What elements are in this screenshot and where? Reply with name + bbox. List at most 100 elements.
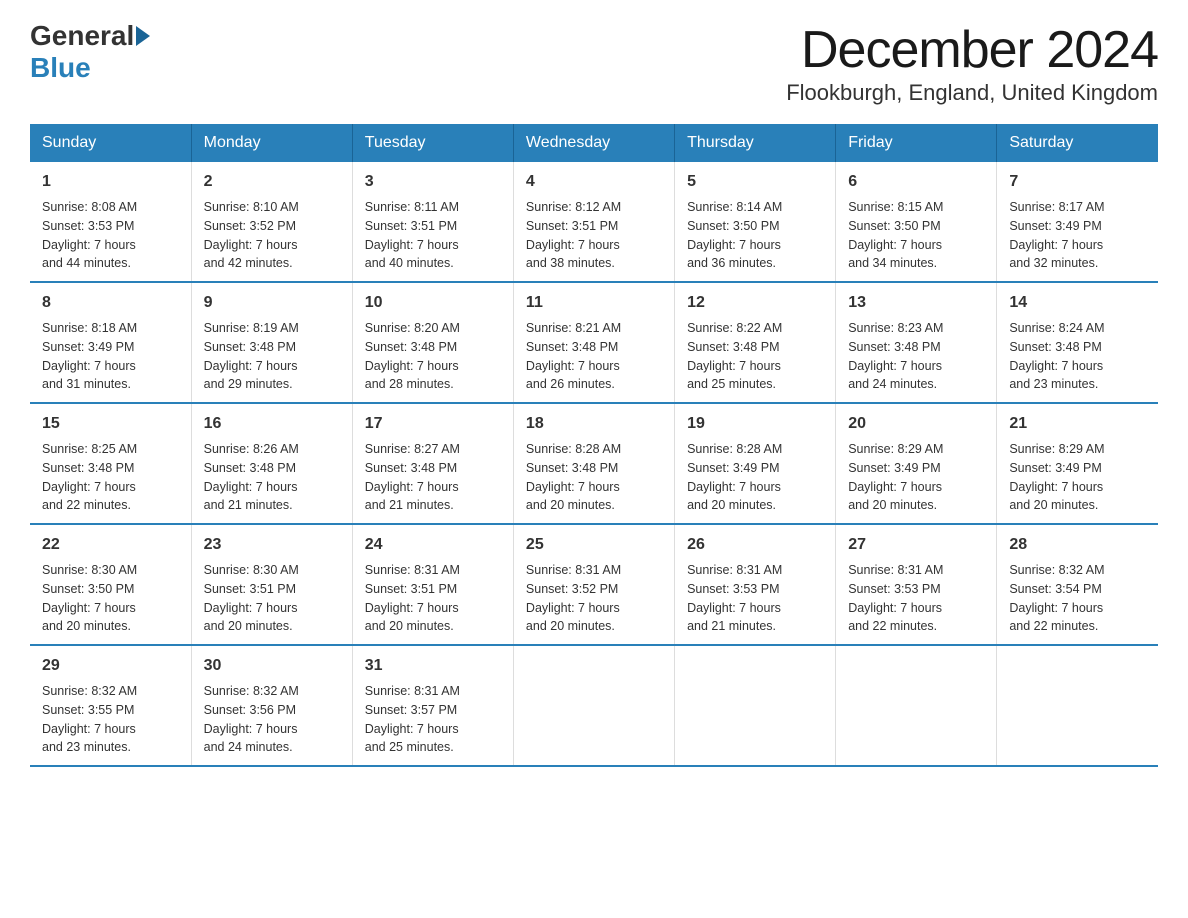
calendar-cell: 18Sunrise: 8:28 AM Sunset: 3:48 PM Dayli… (513, 403, 674, 524)
calendar-cell: 20 Sunrise: 8:29 AM Sunset: 3:49 PM Dayli… (836, 403, 997, 524)
day-info: Sunrise: 8:26 AM Sunset: 3:48 PM Dayligh… (204, 440, 340, 515)
calendar-table: SundayMondayTuesdayWednesdayThursdayFrid… (30, 124, 1158, 767)
calendar-cell: 30 Sunrise: 8:32 AM Sunset: 3:56 PM Dayli… (191, 645, 352, 766)
calendar-cell: 16 Sunrise: 8:26 AM Sunset: 3:48 PM Dayli… (191, 403, 352, 524)
day-number: 22 (42, 533, 179, 557)
calendar-cell: 4 Sunrise: 8:12 AM Sunset: 3:51 PM Daylig… (513, 162, 674, 282)
day-info: Sunrise: 8:29 AM Sunset: 3:49 PM Dayligh… (848, 440, 984, 515)
calendar-cell: 22 Sunrise: 8:30 AM Sunset: 3:50 PM Dayli… (30, 524, 191, 645)
calendar-cell: 7 Sunrise: 8:17 AM Sunset: 3:49 PM Daylig… (997, 162, 1158, 282)
calendar-cell: 2 Sunrise: 8:10 AM Sunset: 3:52 PM Daylig… (191, 162, 352, 282)
day-number: 8 (42, 291, 179, 315)
day-info: Sunrise: 8:28 AM Sunset: 3:49 PM Dayligh… (687, 440, 823, 515)
calendar-cell: 24 Sunrise: 8:31 AM Sunset: 3:51 PM Dayli… (352, 524, 513, 645)
logo-general-text: General (30, 20, 134, 52)
weekday-header-friday: Friday (836, 124, 997, 162)
day-number: 12 (687, 291, 823, 315)
day-info: Sunrise: 8:27 AM Sunset: 3:48 PM Dayligh… (365, 440, 501, 515)
calendar-cell: 13 Sunrise: 8:23 AM Sunset: 3:48 PM Dayli… (836, 282, 997, 403)
calendar-cell: 25 Sunrise: 8:31 AM Sunset: 3:52 PM Dayli… (513, 524, 674, 645)
calendar-cell: 23Sunrise: 8:30 AM Sunset: 3:51 PM Dayli… (191, 524, 352, 645)
day-info: Sunrise: 8:29 AM Sunset: 3:49 PM Dayligh… (1009, 440, 1146, 515)
calendar-cell: 5Sunrise: 8:14 AM Sunset: 3:50 PM Daylig… (675, 162, 836, 282)
logo: General Blue (30, 20, 150, 84)
title-section: December 2024 Flookburgh, England, Unite… (786, 20, 1158, 106)
calendar-week-row: 1 Sunrise: 8:08 AM Sunset: 3:53 PM Daylig… (30, 162, 1158, 282)
day-info: Sunrise: 8:32 AM Sunset: 3:56 PM Dayligh… (204, 682, 340, 757)
day-info: Sunrise: 8:31 AM Sunset: 3:52 PM Dayligh… (526, 561, 662, 636)
day-info: Sunrise: 8:30 AM Sunset: 3:51 PM Dayligh… (204, 561, 340, 636)
calendar-cell: 3 Sunrise: 8:11 AM Sunset: 3:51 PM Daylig… (352, 162, 513, 282)
calendar-header: SundayMondayTuesdayWednesdayThursdayFrid… (30, 124, 1158, 162)
calendar-cell: 9Sunrise: 8:19 AM Sunset: 3:48 PM Daylig… (191, 282, 352, 403)
day-info: Sunrise: 8:31 AM Sunset: 3:57 PM Dayligh… (365, 682, 501, 757)
day-info: Sunrise: 8:25 AM Sunset: 3:48 PM Dayligh… (42, 440, 179, 515)
day-number: 11 (526, 291, 662, 315)
day-info: Sunrise: 8:32 AM Sunset: 3:54 PM Dayligh… (1009, 561, 1146, 636)
weekday-header-thursday: Thursday (675, 124, 836, 162)
calendar-week-row: 15 Sunrise: 8:25 AM Sunset: 3:48 PM Dayli… (30, 403, 1158, 524)
day-number: 27 (848, 533, 984, 557)
day-number: 26 (687, 533, 823, 557)
day-number: 31 (365, 654, 501, 678)
day-info: Sunrise: 8:23 AM Sunset: 3:48 PM Dayligh… (848, 319, 984, 394)
day-info: Sunrise: 8:31 AM Sunset: 3:53 PM Dayligh… (687, 561, 823, 636)
day-number: 24 (365, 533, 501, 557)
day-number: 25 (526, 533, 662, 557)
day-number: 30 (204, 654, 340, 678)
weekday-header-wednesday: Wednesday (513, 124, 674, 162)
day-number: 19 (687, 412, 823, 436)
day-info: Sunrise: 8:31 AM Sunset: 3:53 PM Dayligh… (848, 561, 984, 636)
calendar-week-row: 29 Sunrise: 8:32 AM Sunset: 3:55 PM Dayli… (30, 645, 1158, 766)
day-info: Sunrise: 8:10 AM Sunset: 3:52 PM Dayligh… (204, 198, 340, 273)
day-info: Sunrise: 8:21 AM Sunset: 3:48 PM Dayligh… (526, 319, 662, 394)
day-number: 14 (1009, 291, 1146, 315)
calendar-cell: 26 Sunrise: 8:31 AM Sunset: 3:53 PM Dayli… (675, 524, 836, 645)
day-number: 6 (848, 170, 984, 194)
calendar-cell (836, 645, 997, 766)
location-subtitle: Flookburgh, England, United Kingdom (786, 80, 1158, 106)
calendar-cell: 17 Sunrise: 8:27 AM Sunset: 3:48 PM Dayli… (352, 403, 513, 524)
weekday-header-row: SundayMondayTuesdayWednesdayThursdayFrid… (30, 124, 1158, 162)
calendar-cell: 14 Sunrise: 8:24 AM Sunset: 3:48 PM Dayli… (997, 282, 1158, 403)
day-info: Sunrise: 8:28 AM Sunset: 3:48 PM Dayligh… (526, 440, 662, 515)
calendar-cell (675, 645, 836, 766)
day-number: 17 (365, 412, 501, 436)
day-number: 20 (848, 412, 984, 436)
calendar-cell: 8Sunrise: 8:18 AM Sunset: 3:49 PM Daylig… (30, 282, 191, 403)
day-number: 2 (204, 170, 340, 194)
day-info: Sunrise: 8:08 AM Sunset: 3:53 PM Dayligh… (42, 198, 179, 273)
day-info: Sunrise: 8:12 AM Sunset: 3:51 PM Dayligh… (526, 198, 662, 273)
weekday-header-tuesday: Tuesday (352, 124, 513, 162)
day-number: 9 (204, 291, 340, 315)
weekday-header-sunday: Sunday (30, 124, 191, 162)
day-number: 16 (204, 412, 340, 436)
day-number: 10 (365, 291, 501, 315)
weekday-header-monday: Monday (191, 124, 352, 162)
day-info: Sunrise: 8:30 AM Sunset: 3:50 PM Dayligh… (42, 561, 179, 636)
calendar-cell: 27 Sunrise: 8:31 AM Sunset: 3:53 PM Dayli… (836, 524, 997, 645)
day-info: Sunrise: 8:20 AM Sunset: 3:48 PM Dayligh… (365, 319, 501, 394)
calendar-week-row: 22 Sunrise: 8:30 AM Sunset: 3:50 PM Dayli… (30, 524, 1158, 645)
calendar-cell: 6 Sunrise: 8:15 AM Sunset: 3:50 PM Daylig… (836, 162, 997, 282)
calendar-cell: 12Sunrise: 8:22 AM Sunset: 3:48 PM Dayli… (675, 282, 836, 403)
day-info: Sunrise: 8:31 AM Sunset: 3:51 PM Dayligh… (365, 561, 501, 636)
day-number: 15 (42, 412, 179, 436)
day-number: 1 (42, 170, 179, 194)
day-info: Sunrise: 8:24 AM Sunset: 3:48 PM Dayligh… (1009, 319, 1146, 394)
day-number: 13 (848, 291, 984, 315)
day-info: Sunrise: 8:14 AM Sunset: 3:50 PM Dayligh… (687, 198, 823, 273)
calendar-cell: 1 Sunrise: 8:08 AM Sunset: 3:53 PM Daylig… (30, 162, 191, 282)
day-info: Sunrise: 8:15 AM Sunset: 3:50 PM Dayligh… (848, 198, 984, 273)
calendar-cell: 10 Sunrise: 8:20 AM Sunset: 3:48 PM Dayli… (352, 282, 513, 403)
calendar-cell: 15 Sunrise: 8:25 AM Sunset: 3:48 PM Dayli… (30, 403, 191, 524)
day-info: Sunrise: 8:11 AM Sunset: 3:51 PM Dayligh… (365, 198, 501, 273)
day-info: Sunrise: 8:17 AM Sunset: 3:49 PM Dayligh… (1009, 198, 1146, 273)
day-info: Sunrise: 8:32 AM Sunset: 3:55 PM Dayligh… (42, 682, 179, 757)
day-number: 29 (42, 654, 179, 678)
page-header: General Blue December 2024 Flookburgh, E… (30, 20, 1158, 106)
day-number: 7 (1009, 170, 1146, 194)
day-number: 4 (526, 170, 662, 194)
calendar-cell: 31 Sunrise: 8:31 AM Sunset: 3:57 PM Dayli… (352, 645, 513, 766)
day-number: 3 (365, 170, 501, 194)
